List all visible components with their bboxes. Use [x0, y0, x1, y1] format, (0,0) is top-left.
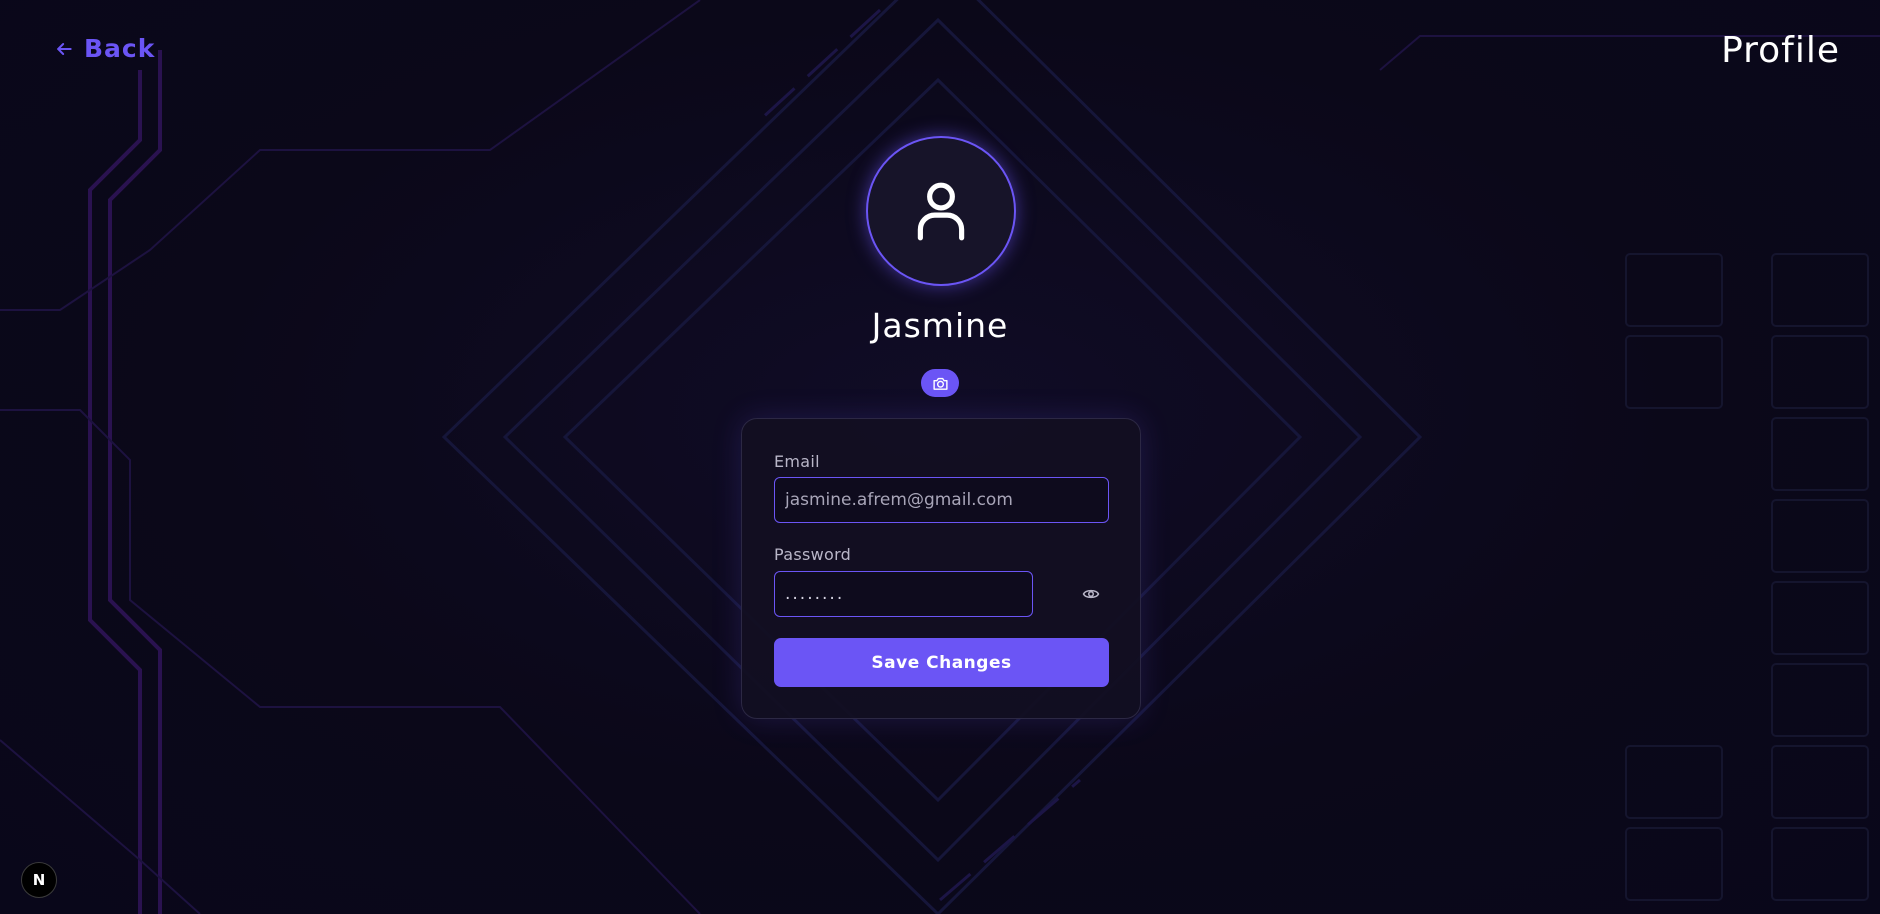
save-changes-button[interactable]: Save Changes	[774, 638, 1109, 687]
password-label: Password	[774, 545, 852, 564]
change-photo-button[interactable]	[921, 369, 959, 397]
badge-label: N	[32, 871, 46, 889]
email-label: Email	[774, 452, 820, 471]
arrow-left-icon	[57, 42, 72, 55]
dev-tools-badge[interactable]: N	[21, 862, 57, 898]
camera-icon	[932, 377, 948, 390]
password-field[interactable]	[774, 571, 1033, 617]
user-name: Jasmine	[871, 306, 1009, 345]
page-title: Profile	[1721, 30, 1840, 71]
user-icon	[917, 182, 965, 241]
email-field[interactable]	[774, 477, 1109, 523]
eye-icon[interactable]	[1082, 585, 1100, 603]
profile-page: Back Profile Jasmine Email Password Save…	[0, 0, 1880, 914]
profile-form-card: Email Password Save Changes	[741, 418, 1141, 719]
avatar	[866, 136, 1016, 286]
back-label: Back	[84, 34, 156, 63]
back-link[interactable]: Back	[54, 34, 155, 63]
